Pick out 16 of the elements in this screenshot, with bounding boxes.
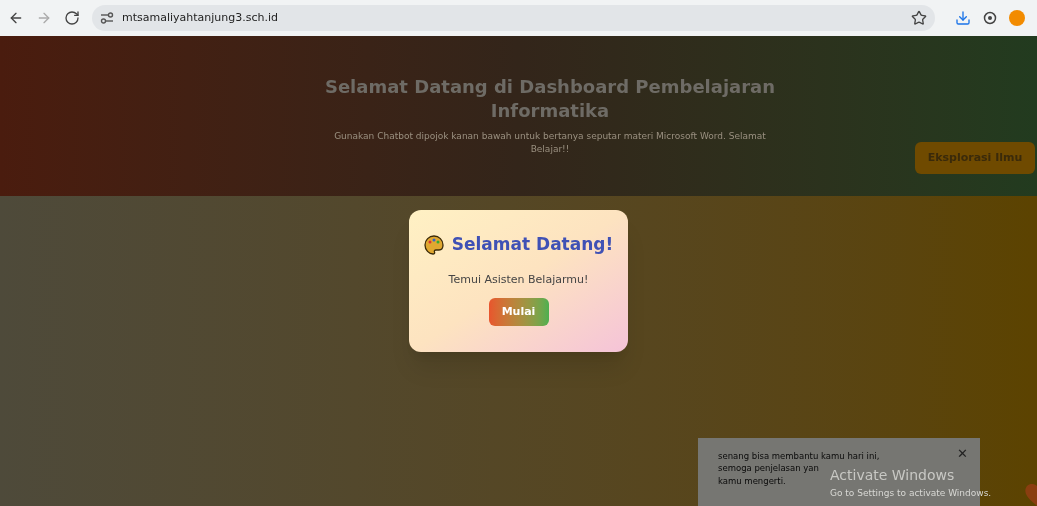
back-icon[interactable] xyxy=(8,10,24,26)
chat-message-line: senang bisa membantu kamu hari ini, xyxy=(718,450,880,463)
modal-title: Selamat Datang! xyxy=(451,233,614,256)
activate-windows-title: Activate Windows xyxy=(830,468,956,482)
bookmark-star-icon[interactable] xyxy=(911,10,927,26)
reload-icon[interactable] xyxy=(64,10,80,26)
page-subtitle: Gunakan Chatbot dipojok kanan bawah untuk bertanya seputar materi Microsoft Word. Selamat Belajar!! xyxy=(333,129,767,157)
site-info-icon[interactable] xyxy=(100,12,114,24)
palette-icon xyxy=(423,234,444,255)
page-title: Selamat Datang di Dashboard Pembelajaran Informatika xyxy=(323,75,777,122)
close-button[interactable]: ✕ xyxy=(957,444,968,464)
download-icon[interactable] xyxy=(955,10,971,26)
start-button[interactable]: Mulai xyxy=(488,298,549,326)
address-bar[interactable]: mtsamaliyahtanjung3.sch.id xyxy=(92,5,935,31)
modal-message: Temui Asisten Belajarmu! xyxy=(448,271,589,288)
url-text: mtsamaliyahtanjung3.sch.id xyxy=(122,9,279,26)
